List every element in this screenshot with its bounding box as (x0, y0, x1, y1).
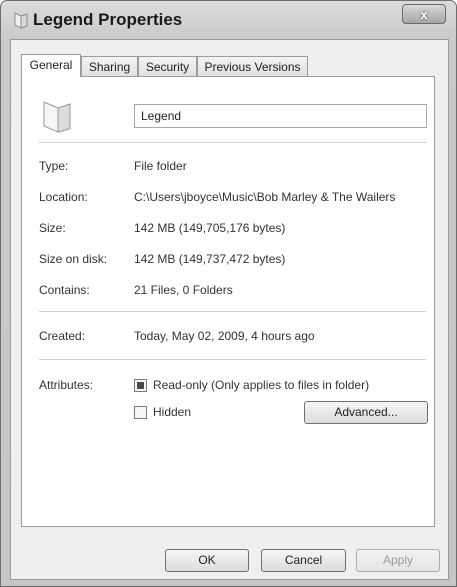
tab-sharing[interactable]: Sharing (81, 56, 138, 76)
window-title: Legend Properties (33, 10, 183, 29)
tab-general[interactable]: General (21, 54, 81, 77)
cancel-button[interactable]: Cancel (261, 549, 346, 572)
close-icon: x (420, 6, 428, 22)
attributes-label: Attributes: (39, 378, 94, 392)
properties-dialog: Legend Properties x General Sharing Secu… (0, 0, 457, 587)
separator (39, 311, 426, 312)
location-value: C:\Users\jboyce\Music\Bob Marley & The W… (134, 190, 396, 204)
created-value: Today, May 02, 2009, 4 hours ago (134, 329, 315, 343)
general-tab-panel: Type: File folder Location: C:\Users\jbo… (21, 76, 435, 527)
type-value: File folder (134, 159, 187, 173)
readonly-checkbox[interactable] (134, 379, 147, 392)
separator (39, 142, 426, 143)
tab-previous-versions[interactable]: Previous Versions (197, 56, 308, 76)
indeterminate-mark (137, 382, 144, 389)
tab-security[interactable]: Security (138, 56, 197, 76)
dialog-client-area: General Sharing Security Previous Versio… (10, 39, 449, 580)
folder-name-input[interactable] (134, 104, 427, 128)
size-value: 142 MB (149,705,176 bytes) (134, 221, 286, 235)
location-label: Location: (39, 190, 88, 204)
separator (39, 359, 426, 360)
size-label: Size: (39, 221, 66, 235)
hidden-checkbox[interactable] (134, 406, 147, 419)
folder-icon (40, 98, 74, 139)
apply-button[interactable]: Apply (356, 549, 440, 572)
folder-icon (13, 11, 29, 34)
close-button[interactable]: x (402, 4, 446, 24)
contains-label: Contains: (39, 283, 90, 297)
size-on-disk-value: 142 MB (149,737,472 bytes) (134, 252, 286, 266)
type-label: Type: (39, 159, 69, 173)
hidden-label[interactable]: Hidden (153, 405, 191, 419)
contains-value: 21 Files, 0 Folders (134, 283, 233, 297)
ok-button[interactable]: OK (165, 549, 249, 572)
size-on-disk-label: Size on disk: (39, 252, 108, 266)
title-bar: Legend Properties x (1, 1, 456, 39)
advanced-button[interactable]: Advanced... (304, 401, 428, 424)
created-label: Created: (39, 329, 86, 343)
readonly-label[interactable]: Read-only (Only applies to files in fold… (153, 378, 369, 392)
